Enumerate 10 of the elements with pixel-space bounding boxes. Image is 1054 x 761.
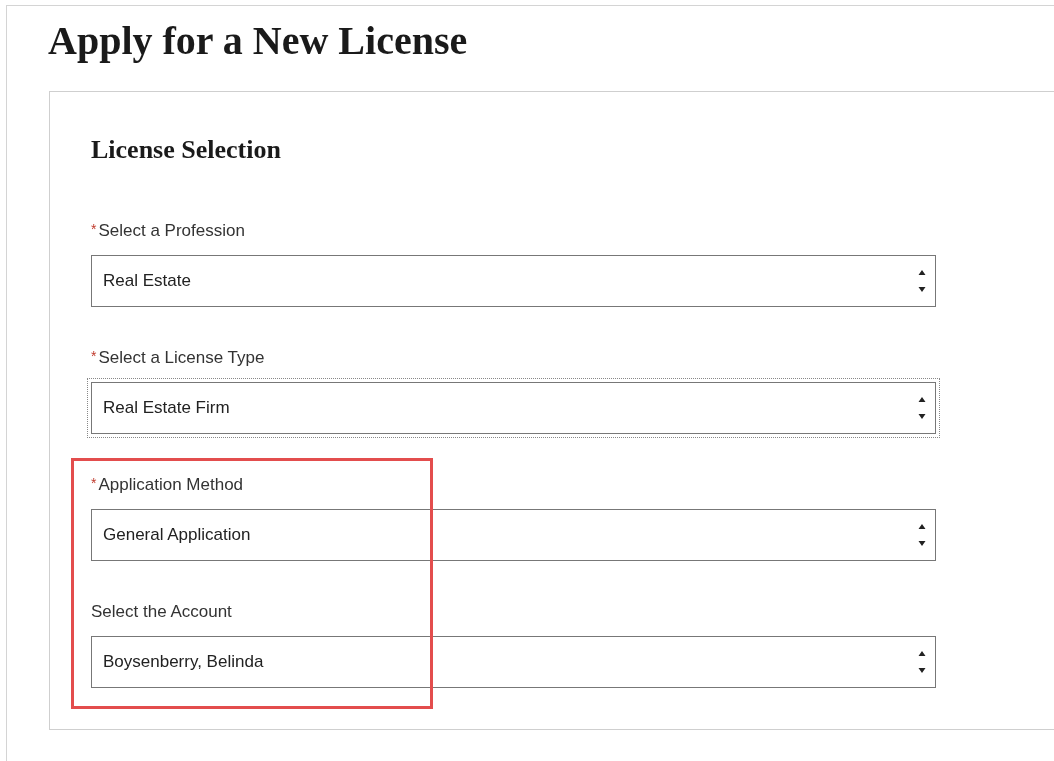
required-asterisk: * <box>91 475 97 491</box>
page-title: Apply for a New License <box>48 17 469 65</box>
field-label: Select a License Type <box>98 348 265 368</box>
field-label: Select the Account <box>91 602 232 622</box>
required-asterisk: * <box>91 348 97 364</box>
select-field[interactable]: Real Estate Firm <box>87 378 940 438</box>
field-label: Select a Profession <box>98 221 245 241</box>
required-asterisk: * <box>91 221 97 237</box>
field-label: Application Method <box>98 475 244 495</box>
section-heading: License Selection <box>91 134 282 166</box>
